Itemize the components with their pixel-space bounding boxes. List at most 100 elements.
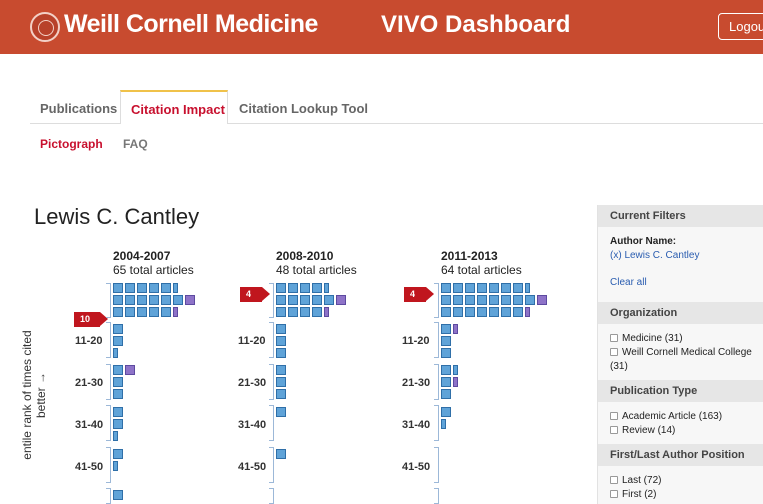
checkbox[interactable] <box>610 476 618 484</box>
article-square[interactable] <box>161 307 171 317</box>
article-square[interactable] <box>137 307 147 317</box>
clear-all-link[interactable]: Clear all <box>610 277 647 288</box>
tab-citation-lookup-tool[interactable]: Citation Lookup Tool <box>229 90 369 123</box>
tab-citation-impact[interactable]: Citation Impact <box>120 90 228 124</box>
article-square[interactable] <box>276 348 286 358</box>
article-square[interactable] <box>276 377 286 387</box>
article-square[interactable] <box>441 348 451 358</box>
article-square[interactable] <box>441 389 451 399</box>
article-square[interactable] <box>113 324 123 334</box>
position-filter-item[interactable]: First (2) <box>610 489 656 500</box>
article-square[interactable] <box>477 307 487 317</box>
checkbox[interactable] <box>610 412 618 420</box>
article-square[interactable] <box>501 295 511 305</box>
article-square[interactable] <box>489 295 499 305</box>
article-square[interactable] <box>125 283 135 293</box>
logout-button[interactable]: Logout <box>718 13 763 40</box>
article-square[interactable] <box>489 307 499 317</box>
article-square[interactable] <box>173 307 178 317</box>
article-square[interactable] <box>113 348 118 358</box>
article-square[interactable] <box>113 419 123 429</box>
article-square[interactable] <box>276 295 286 305</box>
checkbox[interactable] <box>610 348 618 356</box>
article-square[interactable] <box>441 377 451 387</box>
article-square[interactable] <box>276 407 286 417</box>
position-filter-item[interactable]: Last (72) <box>610 475 661 486</box>
article-square[interactable] <box>441 419 446 429</box>
article-square[interactable] <box>477 295 487 305</box>
article-square[interactable] <box>149 283 159 293</box>
article-square[interactable] <box>300 283 310 293</box>
article-square[interactable] <box>453 377 458 387</box>
article-square[interactable] <box>173 283 178 293</box>
article-square[interactable] <box>441 283 451 293</box>
article-square[interactable] <box>513 283 523 293</box>
article-square[interactable] <box>441 407 451 417</box>
article-square[interactable] <box>276 365 286 375</box>
article-square[interactable] <box>185 295 195 305</box>
article-square[interactable] <box>113 431 118 441</box>
article-square[interactable] <box>149 295 159 305</box>
brand-name[interactable]: Weill Cornell Medicine <box>64 10 318 39</box>
subtab-faq[interactable]: FAQ <box>123 137 148 151</box>
article-square[interactable] <box>300 295 310 305</box>
article-square[interactable] <box>276 449 286 459</box>
tab-publications[interactable]: Publications <box>30 90 120 123</box>
article-square[interactable] <box>465 295 475 305</box>
article-square[interactable] <box>300 307 310 317</box>
article-square[interactable] <box>513 295 523 305</box>
article-square[interactable] <box>125 295 135 305</box>
article-square[interactable] <box>525 283 530 293</box>
pubtype-filter-item[interactable]: Academic Article (163) <box>610 411 722 422</box>
article-square[interactable] <box>149 307 159 317</box>
article-square[interactable] <box>113 377 123 387</box>
checkbox[interactable] <box>610 490 618 498</box>
article-square[interactable] <box>324 283 329 293</box>
org-filter-item[interactable]: Medicine (31) <box>610 333 683 344</box>
article-square[interactable] <box>276 336 286 346</box>
article-square[interactable] <box>113 449 123 459</box>
article-square[interactable] <box>441 324 451 334</box>
article-square[interactable] <box>276 324 286 334</box>
article-square[interactable] <box>276 307 286 317</box>
article-square[interactable] <box>324 295 334 305</box>
article-square[interactable] <box>441 336 451 346</box>
article-square[interactable] <box>441 295 451 305</box>
article-square[interactable] <box>113 365 123 375</box>
article-square[interactable] <box>113 307 123 317</box>
article-square[interactable] <box>441 307 451 317</box>
article-square[interactable] <box>537 295 547 305</box>
article-square[interactable] <box>324 307 329 317</box>
article-square[interactable] <box>113 389 123 399</box>
author-filter-remove[interactable]: (x) Lewis C. Cantley <box>610 250 699 261</box>
article-square[interactable] <box>453 307 463 317</box>
article-square[interactable] <box>513 307 523 317</box>
article-square[interactable] <box>113 336 123 346</box>
article-square[interactable] <box>137 283 147 293</box>
article-square[interactable] <box>113 283 123 293</box>
article-square[interactable] <box>161 283 171 293</box>
org-filter-item[interactable]: Weill Cornell Medical College <box>610 347 752 358</box>
article-square[interactable] <box>501 283 511 293</box>
article-square[interactable] <box>465 307 475 317</box>
article-square[interactable] <box>113 295 123 305</box>
checkbox[interactable] <box>610 334 618 342</box>
article-square[interactable] <box>489 283 499 293</box>
article-square[interactable] <box>161 295 171 305</box>
article-square[interactable] <box>113 461 118 471</box>
article-square[interactable] <box>113 490 123 500</box>
article-square[interactable] <box>453 283 463 293</box>
article-square[interactable] <box>441 365 451 375</box>
article-square[interactable] <box>465 283 475 293</box>
article-square[interactable] <box>137 295 147 305</box>
article-square[interactable] <box>125 307 135 317</box>
article-square[interactable] <box>312 283 322 293</box>
article-square[interactable] <box>525 307 530 317</box>
article-square[interactable] <box>525 295 535 305</box>
article-square[interactable] <box>453 324 458 334</box>
article-square[interactable] <box>336 295 346 305</box>
article-square[interactable] <box>288 295 298 305</box>
article-square[interactable] <box>477 283 487 293</box>
article-square[interactable] <box>113 407 123 417</box>
article-square[interactable] <box>312 307 322 317</box>
